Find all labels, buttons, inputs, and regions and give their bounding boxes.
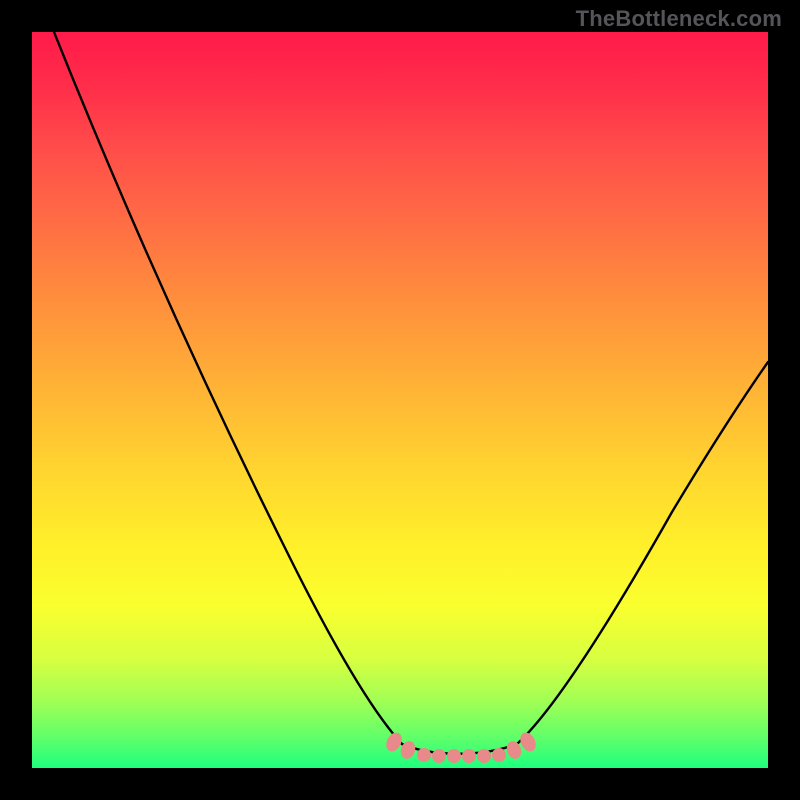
plot-area bbox=[32, 32, 768, 768]
curve-right-branch bbox=[517, 362, 768, 744]
chart-curve bbox=[32, 32, 768, 768]
marker-dots-group bbox=[32, 726, 768, 768]
chart-container: TheBottleneck.com bbox=[0, 0, 800, 800]
marker-dots bbox=[383, 730, 539, 763]
curve-left-branch bbox=[54, 32, 402, 744]
watermark-text: TheBottleneck.com bbox=[576, 6, 782, 32]
